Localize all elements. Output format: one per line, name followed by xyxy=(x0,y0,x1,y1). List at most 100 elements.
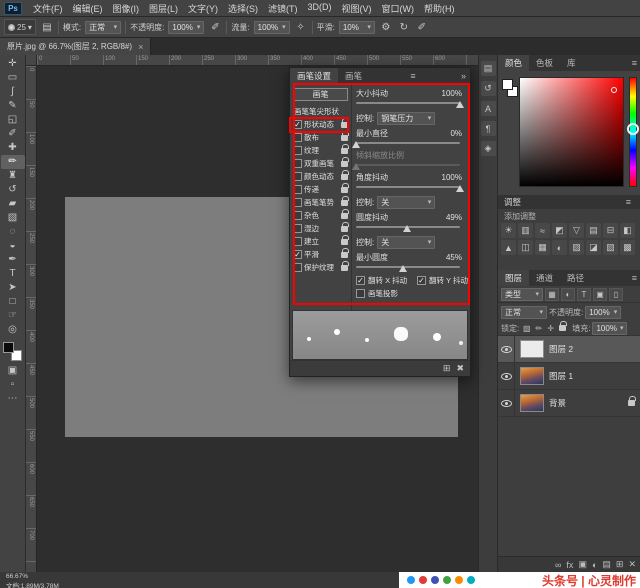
eyedropper-tool[interactable]: ✐ xyxy=(1,127,25,141)
tab-layers-panel-1[interactable]: 通道 xyxy=(529,270,560,286)
collapsed-info-panel-icon[interactable]: ◈ xyxy=(481,141,496,156)
menu-item-4[interactable]: 文字(Y) xyxy=(183,2,223,15)
brush-option-6[interactable]: 画笔笔势 xyxy=(291,196,350,209)
layer-group-icon[interactable]: ▤ xyxy=(602,559,611,570)
rectangle-tool[interactable]: □ xyxy=(1,295,25,309)
roundness-control-select[interactable]: 关 ▾ xyxy=(377,236,435,249)
brush-option-2[interactable]: 纹理 xyxy=(291,144,350,157)
tab-brush-panel-0[interactable]: 画笔设置 xyxy=(290,68,338,84)
flip-y-checkbox[interactable] xyxy=(417,276,426,285)
visibility-toggle[interactable] xyxy=(498,390,515,416)
min-diameter-slider[interactable] xyxy=(356,139,460,149)
min-roundness-slider[interactable] xyxy=(356,263,460,273)
adjustment-layer-icon[interactable]: ◐ xyxy=(592,560,597,570)
lock-icon[interactable] xyxy=(341,187,348,193)
zoom-level[interactable]: 66.67% xyxy=(6,573,28,580)
opacity-select[interactable]: 100% ▾ xyxy=(168,21,204,34)
tab-layers-panel-0[interactable]: 图层 xyxy=(498,270,529,286)
airbrush-icon[interactable]: ✧ xyxy=(294,22,308,33)
filter-smart-objects-icon[interactable]: ▯ xyxy=(609,288,623,301)
path-selection-tool[interactable]: ➤ xyxy=(1,281,25,295)
quick-mask-icon[interactable]: ▣ xyxy=(1,364,25,378)
pen-tool[interactable]: ✒ xyxy=(1,253,25,267)
type-tool[interactable]: T xyxy=(1,267,25,281)
collapsed-paragraph-panel-icon[interactable]: ¶ xyxy=(481,121,496,136)
history-brush-tool[interactable]: ↺ xyxy=(1,183,25,197)
toggle-brush-panel-icon[interactable]: ▤ xyxy=(40,22,54,33)
create-new-brush-icon[interactable]: ⊞ xyxy=(443,363,451,374)
lock-icon[interactable] xyxy=(341,265,348,271)
flip-x-checkbox[interactable] xyxy=(356,276,365,285)
hue-slider[interactable] xyxy=(629,77,637,187)
edit-toolbar-icon[interactable]: ⋯ xyxy=(1,392,25,406)
checkbox-icon[interactable] xyxy=(293,172,302,181)
layer-blend-mode-select[interactable]: 正常 ▾ xyxy=(501,306,547,319)
flow-select[interactable]: 100% ▾ xyxy=(254,21,290,34)
color-lookup-icon[interactable]: ▦ xyxy=(535,240,550,255)
menu-item-0[interactable]: 文件(F) xyxy=(28,2,68,15)
close-icon[interactable]: × xyxy=(138,42,143,52)
threshold-icon[interactable]: ◪ xyxy=(586,240,601,255)
exposure-icon[interactable]: ◩ xyxy=(552,223,567,238)
size-control-select[interactable]: 钢笔压力 ▾ xyxy=(377,112,435,125)
black-white-icon[interactable]: ◧ xyxy=(620,223,635,238)
visibility-toggle[interactable] xyxy=(498,363,515,389)
roundness-jitter-slider[interactable] xyxy=(356,223,460,233)
lock-icon[interactable] xyxy=(341,226,348,232)
gradient-tool[interactable]: ▧ xyxy=(1,211,25,225)
collapse-panel-icon[interactable]: » xyxy=(461,71,466,81)
checkbox-icon[interactable] xyxy=(293,120,302,129)
saturation-brightness-field[interactable] xyxy=(519,77,624,187)
screen-mode-icon[interactable]: ▫ xyxy=(1,378,25,392)
selective-color-icon[interactable]: ▩ xyxy=(620,240,635,255)
brushes-button[interactable]: 画笔 xyxy=(293,88,348,101)
checkbox-icon[interactable] xyxy=(293,237,302,246)
checkbox-icon[interactable] xyxy=(293,224,302,233)
lock-position-icon[interactable]: ✛ xyxy=(545,324,556,333)
lock-transparent-pixels-icon[interactable]: ▨ xyxy=(521,324,532,333)
brush-option-1[interactable]: 散布 xyxy=(291,131,350,144)
smoothing-options-gear-icon[interactable]: ⚙ xyxy=(379,22,393,33)
size-jitter-slider[interactable] xyxy=(356,99,460,109)
move-tool[interactable]: ✛ xyxy=(1,57,25,71)
panel-menu-icon[interactable]: ≡ xyxy=(410,71,415,81)
new-layer-icon[interactable]: ⊞ xyxy=(616,559,624,570)
delete-brush-icon[interactable]: ✖ xyxy=(456,363,464,374)
menu-item-1[interactable]: 编辑(E) xyxy=(68,2,108,15)
tab-color-panel-1[interactable]: 色板 xyxy=(529,55,560,71)
healing-brush-tool[interactable]: ✚ xyxy=(1,141,25,155)
levels-icon[interactable]: ▥ xyxy=(518,223,533,238)
menu-item-2[interactable]: 图像(I) xyxy=(108,2,145,15)
hue-saturation-icon[interactable]: ▤ xyxy=(586,223,601,238)
lock-icon[interactable] xyxy=(341,174,348,180)
layer-fill-select[interactable]: 100% ▾ xyxy=(592,322,627,335)
brush-tool[interactable]: ✏ xyxy=(1,155,25,169)
blend-mode-select[interactable]: 正常 ▾ xyxy=(85,21,121,34)
collapsed-character-panel-icon[interactable]: A xyxy=(481,101,496,116)
blur-tool[interactable]: ◌ xyxy=(1,225,25,239)
menu-item-10[interactable]: 帮助(H) xyxy=(419,2,460,15)
layer-thumbnail[interactable] xyxy=(520,394,544,412)
crop-tool[interactable]: ◱ xyxy=(1,113,25,127)
link-layers-icon[interactable]: ∞ xyxy=(555,560,561,570)
document-tab[interactable]: 原片.jpg @ 66.7%(图层 2, RGB/8#) × xyxy=(0,38,151,55)
delete-layer-icon[interactable]: ✕ xyxy=(628,559,636,570)
brush-option-8[interactable]: 湿边 xyxy=(291,222,350,235)
tab-layers-panel-2[interactable]: 路径 xyxy=(560,270,591,286)
angle-control-select[interactable]: 关 ▾ xyxy=(377,196,435,209)
brush-option-9[interactable]: 建立 xyxy=(291,235,350,248)
hand-tool[interactable]: ☞ xyxy=(1,309,25,323)
checkbox-icon[interactable] xyxy=(293,159,302,168)
brush-option-4[interactable]: 颜色动态 xyxy=(291,170,350,183)
foreground-color-swatch-small[interactable] xyxy=(502,79,513,90)
zoom-tool[interactable]: ◎ xyxy=(1,323,25,337)
lasso-tool[interactable]: ∫ xyxy=(1,85,25,99)
lock-icon[interactable] xyxy=(341,213,348,219)
vibrance-icon[interactable]: ▽ xyxy=(569,223,584,238)
checkbox-icon[interactable] xyxy=(293,198,302,207)
checkbox-icon[interactable] xyxy=(293,263,302,272)
tab-brush-panel-1[interactable]: 画笔 xyxy=(338,68,369,84)
filter-adjustment-layers-icon[interactable]: ◐ xyxy=(561,288,575,301)
layer-opacity-select[interactable]: 100% ▾ xyxy=(585,306,621,319)
tab-color-panel-2[interactable]: 库 xyxy=(560,55,583,71)
